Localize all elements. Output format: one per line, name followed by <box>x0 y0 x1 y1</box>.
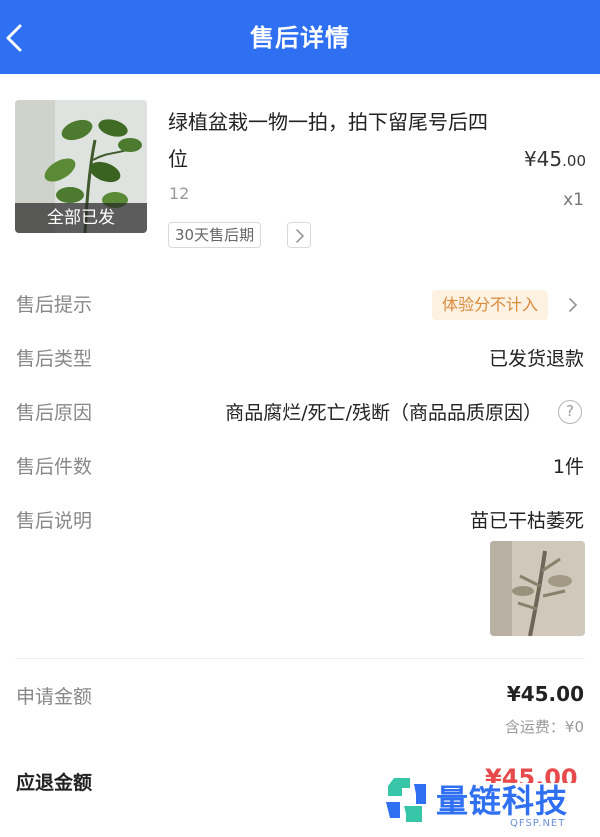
description-label: 售后说明 <box>16 510 93 532</box>
evidence-photo[interactable] <box>490 541 585 636</box>
tip-label: 售后提示 <box>16 294 93 316</box>
chevron-right-icon <box>296 229 304 243</box>
watermark-site: QFSP.NET <box>510 818 566 829</box>
row-after-sales-reason: 售后原因 商品腐烂/死亡/残断（商品品质原因） ? <box>0 392 600 432</box>
product-title: 绿植盆栽一物一拍，拍下留尾号后四位 <box>168 110 488 171</box>
row-apply-amount: 申请金额 ¥45.00 <box>0 676 600 716</box>
withered-plant-image <box>490 541 585 636</box>
product-thumbnail[interactable]: 全部已发 <box>15 100 147 233</box>
type-value: 已发货退款 <box>488 348 584 370</box>
product-card[interactable]: 全部已发 绿植盆栽一物一拍，拍下留尾号后四位 ¥45.00 12 x1 30天售… <box>0 74 600 270</box>
watermark-logo: 量链科技 QFSP.NET <box>380 774 590 834</box>
logo-mark-icon <box>386 778 426 822</box>
shipment-status-label: 全部已发 <box>15 203 147 233</box>
row-after-sales-count: 售后件数 1件 <box>0 446 600 486</box>
header-bar: 售后详情 <box>0 0 600 74</box>
price-main: ¥45 <box>523 147 563 171</box>
help-icon[interactable]: ? <box>558 400 582 424</box>
count-label: 售后件数 <box>16 456 93 478</box>
type-label: 售后类型 <box>16 348 93 370</box>
price-decimal: .00 <box>562 152 586 170</box>
watermark-name: 量链科技 <box>436 782 569 820</box>
product-quantity: x1 <box>563 190 584 210</box>
description-value: 苗已干枯萎死 <box>469 510 584 532</box>
row-after-sales-description: 售后说明 苗已干枯萎死 <box>0 500 600 540</box>
count-value: 1件 <box>552 456 584 478</box>
row-after-sales-tip[interactable]: 售后提示 体验分不计入 <box>0 284 600 324</box>
refund-amount-label: 应退金额 <box>16 772 93 794</box>
chevron-right-icon <box>569 298 577 312</box>
product-price: ¥45.00 <box>524 147 586 171</box>
shipping-fee-note: 含运费：¥0 <box>504 718 584 736</box>
tag-arrow-button[interactable] <box>287 222 311 248</box>
page-title: 售后详情 <box>250 24 350 52</box>
apply-amount-value: ¥45.00 <box>506 682 584 706</box>
score-badge: 体验分不计入 <box>431 290 548 320</box>
apply-amount-label: 申请金额 <box>16 686 93 708</box>
row-after-sales-type: 售后类型 已发货退款 <box>0 338 600 378</box>
after-sales-period-tag[interactable]: 30天售后期 <box>168 222 262 248</box>
reason-label: 售后原因 <box>16 402 93 424</box>
product-spec: 12 <box>169 184 190 203</box>
section-divider <box>15 658 585 659</box>
reason-value: 商品腐烂/死亡/残断（商品品质原因） <box>225 402 542 424</box>
